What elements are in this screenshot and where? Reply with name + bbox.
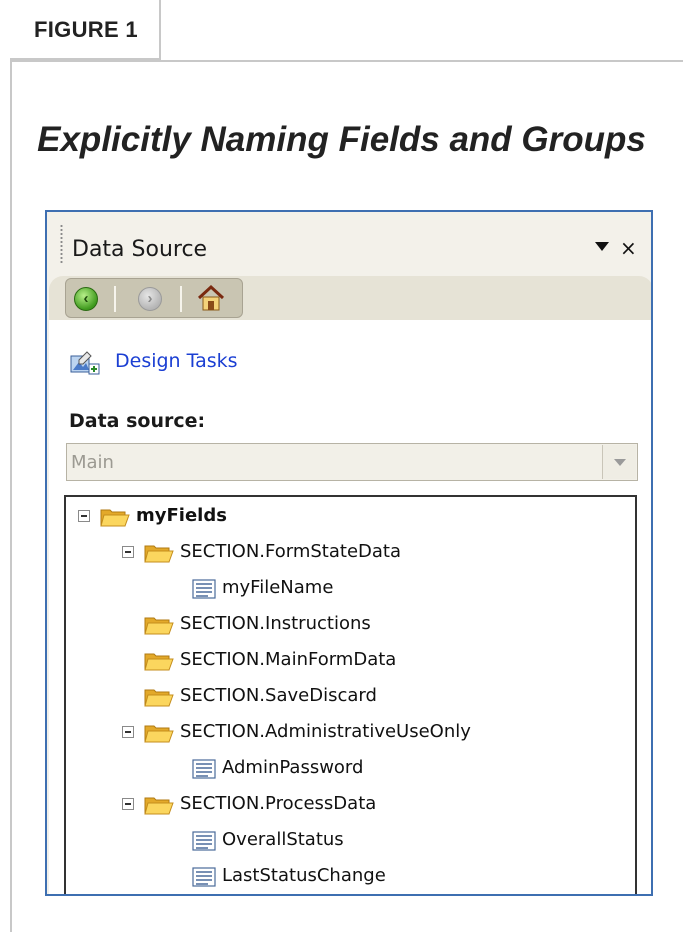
collapse-icon[interactable] xyxy=(122,726,134,738)
figure-title: Explicitly Naming Fields and Groups xyxy=(37,120,646,159)
tree-node-group[interactable]: SECTION.ProcessData xyxy=(66,790,626,820)
back-icon[interactable]: ‹ xyxy=(74,287,98,311)
field-icon xyxy=(192,831,216,851)
collapse-icon[interactable] xyxy=(122,798,134,810)
tree-node-label: SECTION.Instructions xyxy=(180,613,371,634)
home-icon[interactable] xyxy=(196,284,226,312)
tree-node-label: SECTION.MainFormData xyxy=(180,649,397,670)
field-icon xyxy=(192,579,216,599)
navigation-toolbar: ‹ › xyxy=(65,278,243,318)
tree-node-label: OverallStatus xyxy=(222,829,344,850)
tree-node-group[interactable]: SECTION.Instructions xyxy=(66,610,626,640)
design-tasks-icon[interactable] xyxy=(69,350,101,376)
tree-node-label: SECTION.ProcessData xyxy=(180,793,377,814)
data-source-panel: Data Source × ‹ › Design Tasks Data sour… xyxy=(45,210,653,896)
forward-icon: › xyxy=(138,287,162,311)
panel-content: Design Tasks Data source: Main myFields … xyxy=(49,320,651,894)
folder-icon xyxy=(144,794,174,816)
figure-tab: FIGURE 1 xyxy=(10,0,161,60)
folder-icon xyxy=(100,506,130,528)
folder-icon xyxy=(144,722,174,744)
close-icon[interactable]: × xyxy=(620,236,637,260)
tree-node-group[interactable]: SECTION.SaveDiscard xyxy=(66,682,626,712)
tree-node-label: SECTION.FormStateData xyxy=(180,541,401,562)
data-source-value: Main xyxy=(71,452,114,473)
folder-icon xyxy=(144,542,174,564)
tree-node-label: myFields xyxy=(136,505,227,526)
tree-node-group[interactable]: SECTION.FormStateData xyxy=(66,538,626,568)
tree-node-field[interactable]: myFileName xyxy=(66,574,626,604)
drag-grip[interactable] xyxy=(60,224,63,264)
select-dropdown-button[interactable] xyxy=(602,445,636,479)
chevron-down-icon xyxy=(614,459,626,466)
tree-node-field[interactable]: LastStatusChange xyxy=(66,862,626,892)
tree-node-field[interactable]: OverallStatus xyxy=(66,826,626,856)
figure-label: FIGURE 1 xyxy=(34,17,138,42)
collapse-icon[interactable] xyxy=(122,546,134,558)
tree-node-label: LastStatusChange xyxy=(222,865,386,886)
tree-node-group[interactable]: SECTION.MainFormData xyxy=(66,646,626,676)
toolbar-separator xyxy=(114,286,116,312)
tree-node-label: SECTION.SaveDiscard xyxy=(180,685,377,706)
data-source-label: Data source: xyxy=(69,410,206,432)
panel-title: Data Source xyxy=(72,237,208,262)
tree-node-root[interactable]: myFields xyxy=(66,502,626,532)
data-source-tree[interactable]: myFields SECTION.FormStateData myFileNam… xyxy=(64,495,637,894)
tree-node-label: AdminPassword xyxy=(222,757,364,778)
tree-node-label: SECTION.AdministrativeUseOnly xyxy=(180,721,471,742)
tree-node-label: myFileName xyxy=(222,577,334,598)
folder-icon xyxy=(144,614,174,636)
toolbar-separator xyxy=(180,286,182,312)
tree-node-field[interactable]: AdminPassword xyxy=(66,754,626,784)
collapse-icon[interactable] xyxy=(78,510,90,522)
data-source-select[interactable]: Main xyxy=(66,443,638,481)
tree-node-group[interactable]: SECTION.AdministrativeUseOnly xyxy=(66,718,626,748)
field-icon xyxy=(192,867,216,887)
design-tasks-link[interactable]: Design Tasks xyxy=(115,350,238,372)
folder-icon xyxy=(144,650,174,672)
folder-icon xyxy=(144,686,174,708)
field-icon xyxy=(192,759,216,779)
menu-dropdown-icon[interactable] xyxy=(595,242,609,251)
